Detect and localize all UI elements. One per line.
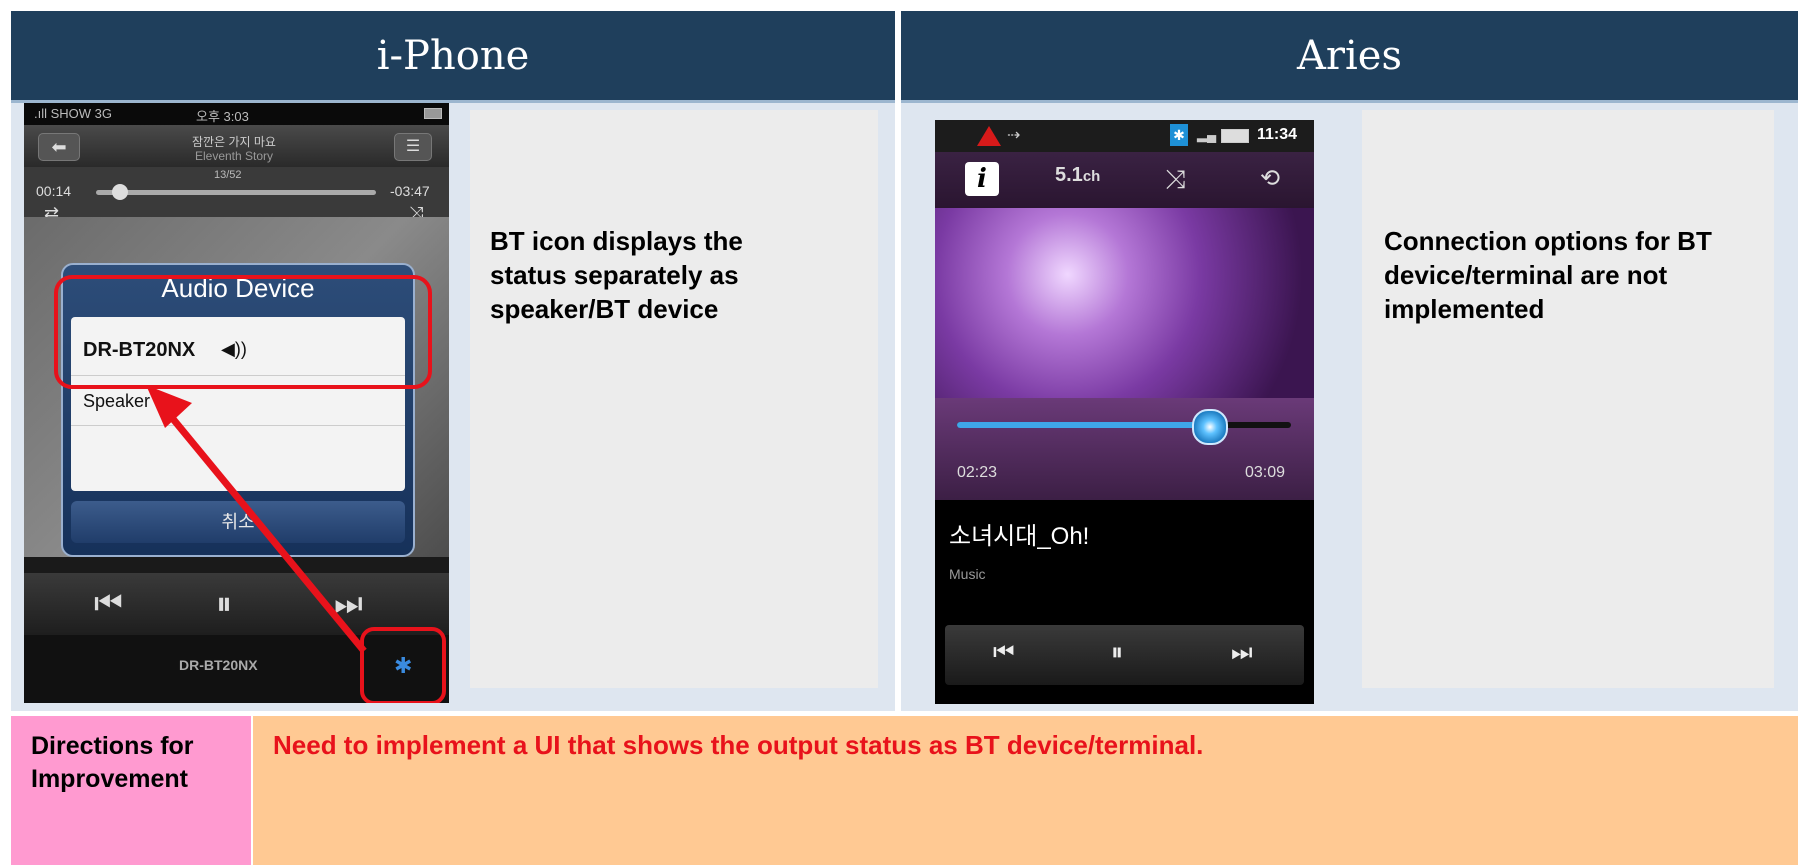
repeat-icon[interactable]: ⟲ <box>1260 164 1280 193</box>
aries-progress-area: 02:23 03:09 <box>935 398 1314 500</box>
battery-icon <box>1221 129 1249 143</box>
status-bluetooth-icon: ✱ <box>1170 124 1188 146</box>
aries-track-title: 소녀시대_Oh! <box>949 523 1090 550</box>
aries-note-text: Connection options for BT device/termina… <box>1384 226 1712 324</box>
arrow-line <box>161 405 367 654</box>
aries-previous-icon[interactable]: ⏮ <box>993 639 1015 667</box>
aries-toolbar: i 5.1ch ⤨ ⟲ <box>935 152 1314 208</box>
aries-note-box: Connection options for BT device/termina… <box>1362 110 1774 688</box>
aries-header: Aries <box>901 11 1798 103</box>
aries-track-info: 소녀시대_Oh! Music <box>935 500 1314 615</box>
surround-icon[interactable]: 5.1ch <box>1055 164 1100 187</box>
aries-status-bar: ⇢ ✱ ▂▄ 11:34 <box>935 120 1314 152</box>
aries-progress-knob[interactable] <box>1192 409 1228 445</box>
aries-next-icon[interactable]: ⏭ <box>1231 639 1253 667</box>
aries-elapsed: 02:23 <box>957 464 998 481</box>
iphone-screenshot: .ıll SHOW 3G 오후 3:03 ⬅ 잠깐은 가지 마요 Elevent… <box>24 103 449 703</box>
improvement-text: Need to implement a UI that shows the ou… <box>253 716 1798 865</box>
warning-icon <box>977 126 1001 146</box>
aries-pause-icon[interactable]: ⏸ <box>1111 639 1123 667</box>
aries-track-subtitle: Music <box>949 566 986 582</box>
aries-total: 03:09 <box>1245 464 1286 481</box>
iphone-note-text: BT icon displays the status separately a… <box>490 226 743 324</box>
arrow-head <box>146 385 192 428</box>
red-arrow <box>146 385 367 654</box>
improvement-label: Directions for Improvement <box>11 716 251 865</box>
signal-icon: ▂▄ <box>1197 127 1217 142</box>
aries-screenshot: ⇢ ✱ ▂▄ 11:34 i 5.1ch ⤨ ⟲ 02:23 03:09 소녀시… <box>935 120 1314 704</box>
surround-unit: ch <box>1082 168 1101 185</box>
info-icon[interactable]: i <box>965 162 999 196</box>
aries-clock: 11:34 <box>1257 126 1298 143</box>
iphone-note-box: BT icon displays the status separately a… <box>470 110 878 688</box>
usb-icon: ⇢ <box>1007 127 1021 144</box>
aries-album-art <box>935 208 1314 398</box>
aries-progress-fill <box>957 422 1204 428</box>
aries-controls: ⏮ ⏸ ⏭ <box>945 625 1304 685</box>
surround-label: 5.1 <box>1055 164 1083 186</box>
shuffle-icon[interactable]: ⤨ <box>1165 164 1186 196</box>
iphone-header: i-Phone <box>11 11 895 103</box>
